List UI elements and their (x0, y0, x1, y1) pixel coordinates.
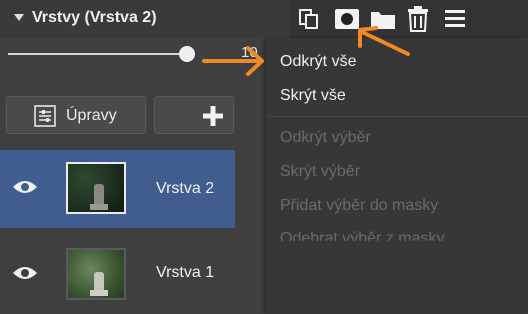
visibility-menu: Odkrýt vše Skrýt vše Odkrýt výběr Skrýt … (266, 39, 528, 313)
opacity-slider-track[interactable] (8, 53, 186, 55)
adjustments-label: Úpravy (66, 107, 117, 124)
annotation-arrow-icon (202, 46, 264, 76)
menu-item-show-all[interactable]: Odkrýt vše (280, 53, 356, 71)
menu-icon[interactable] (444, 9, 466, 29)
layer-row[interactable]: Vrstva 1 (0, 236, 235, 314)
menu-item-show-selection: Odkrýt výběr (280, 129, 371, 146)
plus-icon (203, 106, 223, 126)
adjustments-icon (34, 105, 56, 127)
menu-separator (266, 116, 528, 117)
layer-thumbnail (66, 162, 126, 214)
duplicate-layer-icon[interactable] (298, 8, 320, 30)
panel-title: Vrstvy (Vrstva 2) (32, 9, 157, 26)
annotation-arrow-icon (358, 26, 410, 56)
panel-header: Vrstvy (Vrstva 2) (0, 0, 528, 38)
menu-item-add-selection-to-mask: Přidat výběr do masky (280, 197, 439, 214)
menu-item-remove-selection-from-mask: Odebrat výběr z masky (280, 230, 445, 247)
layer-name: Vrstva 1 (156, 264, 215, 281)
add-layer-button[interactable] (154, 96, 234, 134)
adjustments-button[interactable]: Úpravy (6, 96, 146, 134)
eye-icon[interactable] (12, 264, 38, 282)
menu-item-hide-selection: Skrýt výběr (280, 163, 361, 180)
layer-thumbnail (66, 248, 126, 300)
collapse-caret-icon[interactable] (14, 14, 24, 21)
eye-icon[interactable] (12, 178, 38, 196)
menu-item-hide-all[interactable]: Skrýt vše (280, 87, 346, 105)
layer-row[interactable]: Vrstva 2 (0, 150, 235, 228)
opacity-slider-thumb[interactable] (179, 46, 195, 62)
layer-name: Vrstva 2 (156, 180, 215, 197)
